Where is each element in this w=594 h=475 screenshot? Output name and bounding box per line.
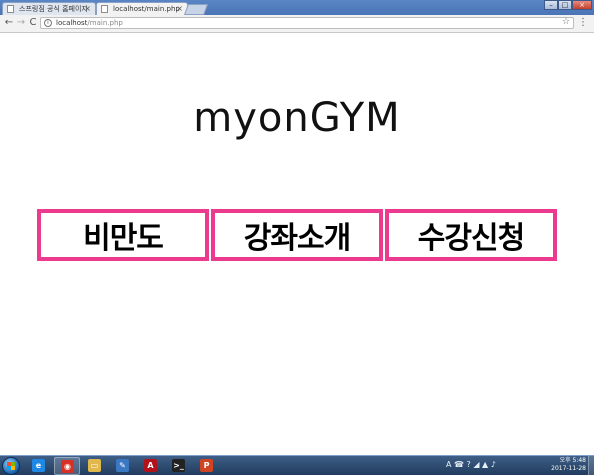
new-tab-button[interactable] (183, 4, 209, 15)
maximize-button[interactable]: □ (558, 0, 572, 10)
minimize-button[interactable]: – (544, 0, 558, 10)
info-icon[interactable]: i (44, 19, 52, 27)
tab-title: 스프링짐 공식 홈페이지 (19, 5, 88, 13)
page-content: myonGYM 비만도 강좌소개 수강신청 (0, 33, 594, 456)
page-icon (101, 5, 108, 13)
tab-active[interactable]: localhost/main.php × (96, 2, 188, 15)
powerpoint-icon: P (200, 459, 213, 472)
url-text: localhost/main.php (56, 18, 123, 28)
taskbar-app-button[interactable]: e (26, 457, 52, 475)
close-window-button[interactable]: × (572, 0, 592, 10)
browser-tab-strip: 스프링짐 공식 홈페이지 × localhost/main.php × – □ … (0, 0, 594, 15)
taskbar: e ◉ ▭ ✎ A >_ P A ☎ ? ◢ ▲ ♪ 오후 5:48 2017-11-28 (0, 455, 594, 475)
clock[interactable]: 오후 5:48 2017-11-28 (551, 457, 586, 473)
screen: 스프링짐 공식 홈페이지 × localhost/main.php × – □ … (0, 0, 594, 475)
ie-icon: e (32, 459, 45, 472)
terminal-icon: >_ (172, 459, 185, 472)
tray-icons[interactable]: A ☎ ? ◢ ▲ ♪ (446, 460, 496, 469)
address-bar[interactable]: i localhost/main.php ☆ (40, 17, 574, 29)
window-controls: – □ × (544, 0, 592, 10)
reload-icon[interactable]: C (27, 17, 39, 29)
forward-arrow-icon[interactable]: → (15, 17, 27, 29)
tab-title: localhost/main.php (113, 5, 180, 13)
menu-obesity-button[interactable]: 비만도 (37, 209, 209, 261)
chrome-icon: ◉ (61, 460, 74, 473)
close-icon[interactable]: × (176, 3, 183, 15)
site-title: myonGYM (193, 95, 401, 141)
menu-register-button[interactable]: 수강신청 (385, 209, 557, 261)
close-icon[interactable]: × (84, 3, 91, 15)
browser-toolbar: ← → C i localhost/main.php ☆ ⋮ (0, 15, 594, 33)
taskbar-app-button[interactable]: ◉ (54, 457, 80, 475)
tab-inactive[interactable]: 스프링짐 공식 홈페이지 × (2, 2, 96, 15)
url-path: /main.php (87, 19, 123, 27)
clock-time: 오후 5:48 (559, 457, 586, 464)
system-tray: A ☎ ? ◢ ▲ ♪ 오후 5:48 2017-11-28 (444, 456, 594, 475)
windows-logo-icon (7, 462, 15, 470)
taskbar-app-button[interactable]: ✎ (110, 457, 136, 475)
taskbar-app-button[interactable]: ▭ (82, 457, 108, 475)
url-host: localhost (56, 19, 88, 27)
taskbar-app-button[interactable]: P (194, 457, 220, 475)
start-button[interactable] (2, 457, 20, 475)
folder-icon: ▭ (88, 459, 101, 472)
menu-courses-button[interactable]: 강좌소개 (211, 209, 383, 261)
browser-menu-icon[interactable]: ⋮ (578, 17, 588, 29)
clock-date: 2017-11-28 (551, 465, 586, 472)
back-arrow-icon[interactable]: ← (3, 17, 15, 29)
page-icon (7, 5, 14, 13)
acrobat-icon: A (144, 459, 157, 472)
taskbar-app-button[interactable]: A (138, 457, 164, 475)
app-icon: ✎ (116, 459, 129, 472)
taskbar-app-button[interactable]: >_ (166, 457, 192, 475)
show-desktop-button[interactable] (588, 456, 594, 475)
bookmark-star-icon[interactable]: ☆ (562, 17, 570, 27)
